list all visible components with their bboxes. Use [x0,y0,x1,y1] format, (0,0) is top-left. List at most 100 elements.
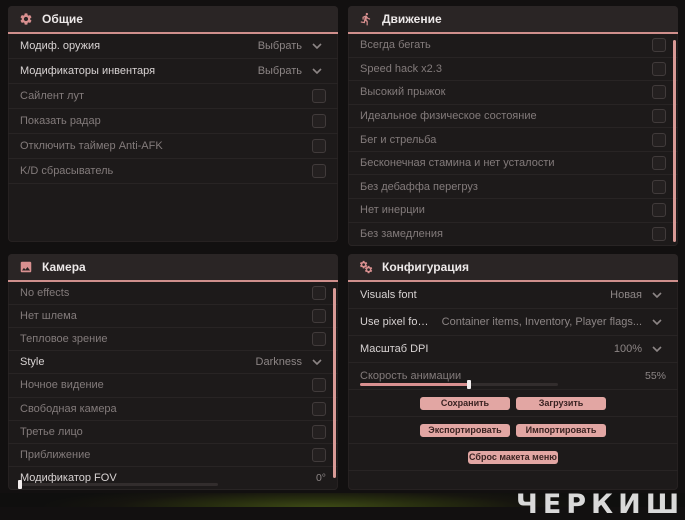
dropdown[interactable]: Container items, Inventory, Player flags… [442,316,666,328]
checkbox[interactable] [312,89,326,103]
row-checkbox[interactable]: Бег и стрельба [348,128,678,152]
image-icon [19,260,33,274]
slider-track[interactable] [360,380,558,389]
panel-config-header[interactable]: Конфигурация [348,254,678,282]
dropdown-value: 100% [613,343,642,355]
row-label: Нет инерции [360,204,425,217]
row-checkbox[interactable]: Тепловое зрение [8,328,338,352]
panel-movement-header[interactable]: Движение [348,6,678,34]
dropdown[interactable]: Выбрать [258,40,326,52]
row-checkbox[interactable]: Высокий прыжок [348,81,678,105]
checkbox[interactable] [652,226,666,241]
scrollbar[interactable] [673,40,676,242]
row-label: Скорость анимации [360,370,462,382]
slider-value: 0° [315,471,326,484]
row-label: Всегда бегать [360,39,431,52]
action-button[interactable]: Сохранить [420,396,510,410]
row-slider: Модификатор FOV 0° [8,467,338,490]
checkbox[interactable] [312,332,326,347]
panel-title: Камера [42,260,86,274]
row-dropdown: Модификаторы инвентаря Выбрать [8,59,338,84]
row-slider: Скорость анимации 55% [348,363,678,390]
row-label: Свободная камера [20,402,117,415]
row-checkbox[interactable]: Приближение [8,444,338,467]
row-checkbox[interactable]: Бесконечная стамина и нет усталости [348,152,678,176]
checkbox[interactable] [652,38,666,53]
row-checkbox[interactable]: Свободная камера [8,398,338,421]
panel-title: Конфигурация [382,260,470,274]
row-checkbox[interactable]: Идеальное физическое состояние [348,105,678,129]
chevron-down-icon [652,292,662,298]
row-label: Модиф. оружия [20,40,101,52]
chevron-down-icon [312,43,322,49]
row-dropdown: Visuals font Новая [348,282,678,309]
checkbox[interactable] [652,156,666,171]
slider-handle[interactable] [466,380,471,389]
gears-icon [359,260,373,274]
row-checkbox[interactable]: K/D сбрасыватель [8,159,338,184]
row-checkbox[interactable]: Третье лицо [8,421,338,444]
slider-track[interactable] [18,479,218,489]
row-checkbox[interactable]: Без замедления [348,223,678,246]
panel-general-header[interactable]: Общие [8,6,338,34]
checkbox[interactable] [312,139,326,153]
checkbox[interactable] [652,61,666,76]
checkbox[interactable] [652,132,666,147]
row-checkbox[interactable]: Всегда бегать [348,34,678,58]
row-checkbox[interactable]: Ночное видение [8,374,338,398]
checkbox[interactable] [312,378,326,393]
panel-general: Общие Модиф. оружия Выбрать Модификаторы и… [8,6,338,242]
row-label: Бег и стрельба [360,133,437,146]
checkbox[interactable] [312,286,326,301]
row-label: Ночное видение [20,379,104,392]
row-checkbox[interactable]: Отключить таймер Anti-AFK [8,134,338,159]
row-label: Модификаторы инвентаря [20,65,156,77]
checkbox[interactable] [652,203,666,218]
checkbox[interactable] [312,114,326,128]
checkbox[interactable] [312,309,326,324]
action-button[interactable]: Экспортировать [420,423,510,437]
row-checkbox[interactable]: No effects [8,282,338,306]
checkbox[interactable] [312,424,326,439]
action-button[interactable]: Импортировать [516,423,606,437]
action-button[interactable]: Загрузить [516,396,606,410]
row-label: Сайлент лут [20,90,84,102]
row-label: Отключить таймер Anti-AFK [20,140,163,152]
row-checkbox[interactable]: Speed hack x2.3 [348,58,678,82]
slider-handle[interactable] [18,479,22,489]
button-row: Сохранить Загрузить [348,390,678,417]
dropdown-value: Container items, Inventory, Player flags… [441,316,642,328]
row-checkbox[interactable]: Нет шлема [8,305,338,329]
dropdown-value: Выбрать [257,65,302,77]
dropdown-value: Darkness [255,356,302,369]
row-dropdown: Модиф. оружия Выбрать [8,34,338,59]
checkbox[interactable] [312,164,326,178]
row-dropdown: Style Darkness [8,351,338,375]
panel-camera-header[interactable]: Камера [8,254,338,282]
action-button[interactable]: Сброс макета меню [468,450,558,464]
panel-title: Движение [382,12,442,26]
checkbox[interactable] [652,85,666,100]
row-checkbox[interactable]: Без дебаффа перегруз [348,175,678,199]
panel-config: Конфигурация Visuals font Новая Use pixel … [348,254,678,490]
panel-camera-rows: No effects Нет шлема Тепловое зрение Style D… [8,282,338,490]
checkbox[interactable] [312,401,326,416]
panel-config-buttons: Сохранить Загрузить Экспортировать Импортир… [348,390,678,471]
chevron-down-icon [652,346,662,352]
dropdown[interactable]: Выбрать [258,65,326,77]
checkbox[interactable] [652,108,666,123]
row-label: K/D сбрасыватель [20,165,114,177]
checkbox[interactable] [312,447,326,462]
row-label: Идеальное физическое состояние [360,109,537,122]
dropdown[interactable]: Darkness [256,356,326,368]
dropdown[interactable]: Новая [610,289,666,301]
row-checkbox[interactable]: Нет инерции [348,199,678,223]
scrollbar[interactable] [333,288,336,478]
dropdown[interactable]: 100% [614,343,666,355]
row-checkbox[interactable]: Показать радар [8,109,338,134]
slider-fill [360,383,469,386]
checkbox[interactable] [652,179,666,194]
row-dropdown: Масштаб DPI 100% [348,336,678,363]
row-checkbox[interactable]: Сайлент лут [8,84,338,109]
panel-config-rows: Visuals font Новая Use pixel font for Conta… [348,282,678,390]
